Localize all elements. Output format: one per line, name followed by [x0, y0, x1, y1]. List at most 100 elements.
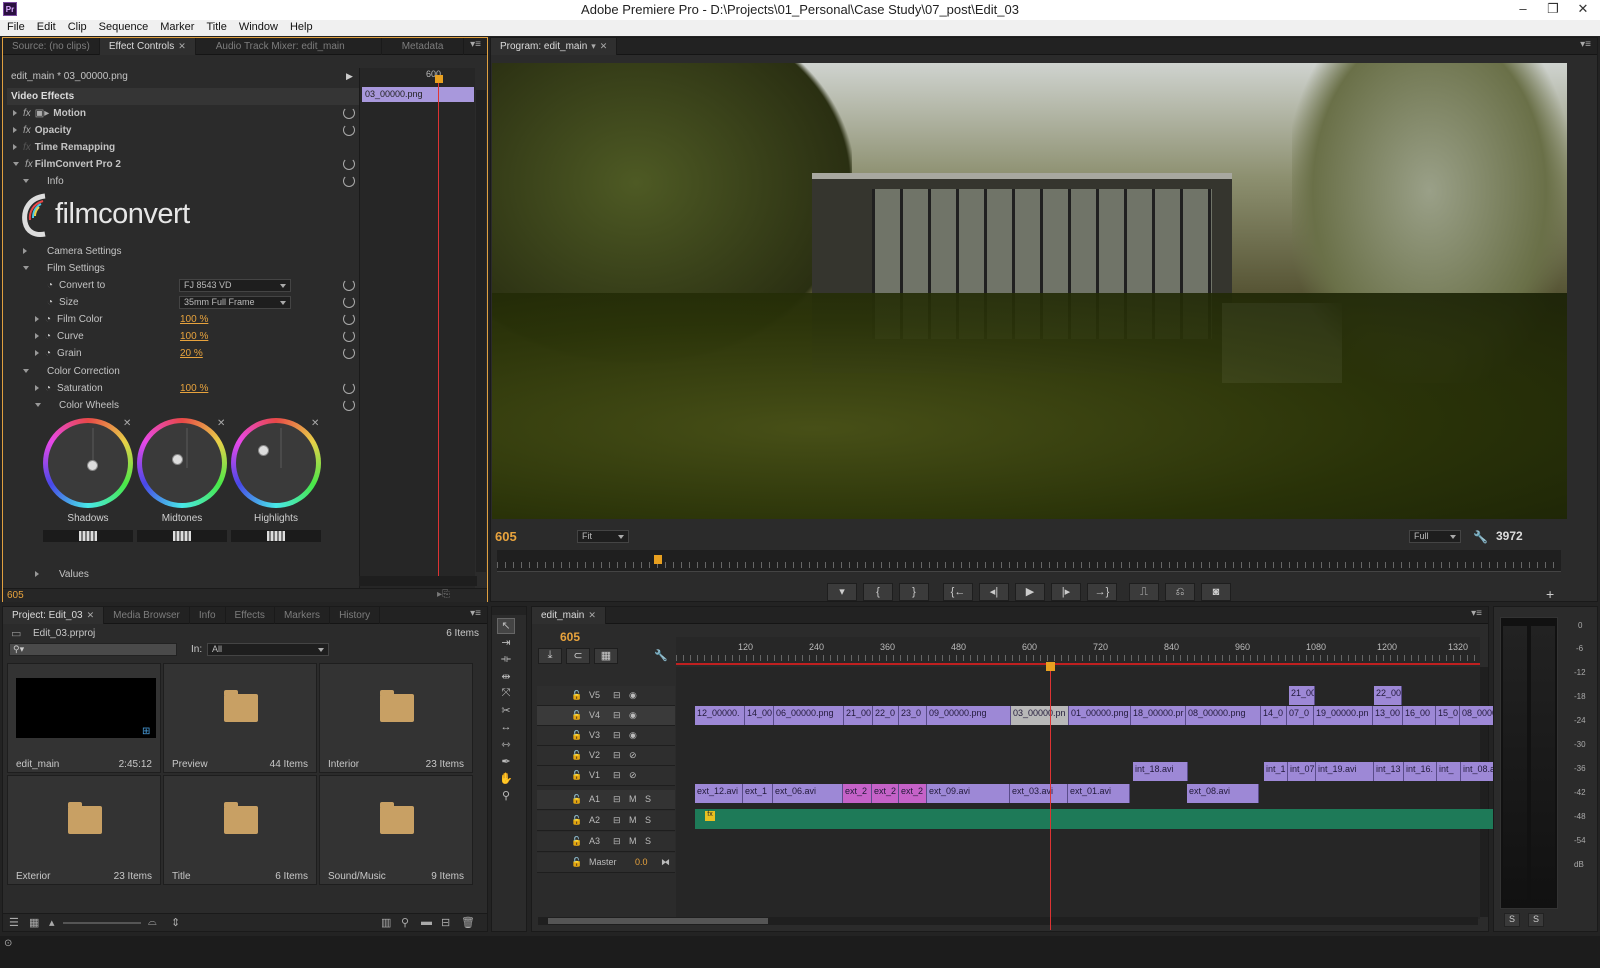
clip-v1[interactable]: ext_2 — [843, 784, 872, 803]
bin-interior[interactable]: Interior 23 Items — [319, 663, 473, 773]
clip-v1[interactable]: ext_1 — [743, 784, 773, 803]
midtones-wheel-puck[interactable] — [172, 454, 183, 465]
color-correction-group[interactable]: Color Correction — [23, 363, 120, 380]
clip-v4[interactable]: 21_00 — [844, 706, 873, 725]
lock-icon[interactable]: 🔓 — [571, 710, 582, 721]
rolling-edit-tool-icon[interactable]: ⇹ — [497, 670, 515, 686]
stopwatch-icon[interactable]: ◔ — [45, 314, 51, 325]
color-wheels-group[interactable]: Color Wheels — [35, 397, 119, 414]
clip-v4[interactable]: 19_00000.pn — [1314, 706, 1373, 725]
shadows-wheel-puck[interactable] — [87, 460, 98, 471]
clip-v4[interactable]: 14_00 — [745, 706, 774, 725]
delete-icon[interactable]: 🗑 — [461, 916, 475, 929]
video-frame[interactable] — [492, 63, 1567, 519]
shadows-color-wheel[interactable] — [43, 418, 133, 508]
reset-curve-icon[interactable] — [343, 330, 355, 342]
program-playhead[interactable] — [654, 555, 662, 564]
clip-v4[interactable]: 08_00000.png — [1186, 706, 1261, 725]
program-time-ruler[interactable] — [497, 550, 1561, 572]
menu-help[interactable]: Help — [283, 20, 318, 33]
program-dropdown-icon[interactable]: ▾ — [591, 41, 596, 51]
reset-grain-icon[interactable] — [343, 347, 355, 359]
track-header-master[interactable]: 🔓 Master 0.0 ⧓ — [537, 853, 675, 873]
track-header-v3[interactable]: 🔓 V3 ⊟ ◉ — [537, 726, 675, 746]
menu-file[interactable]: File — [0, 20, 30, 33]
reset-shadows-icon[interactable]: ✕ — [123, 418, 131, 429]
menu-edit[interactable]: Edit — [30, 20, 61, 33]
clip-v1[interactable]: ext_09.avi — [927, 784, 1010, 803]
clip-v4[interactable]: 09_00000.png — [927, 706, 1011, 725]
eye-hidden-icon[interactable]: ⊘ — [629, 770, 637, 781]
tab-source[interactable]: Source: (no clips) — [3, 38, 100, 55]
stopwatch-icon[interactable]: ◔ — [47, 297, 53, 308]
stopwatch-icon[interactable]: ◔ — [45, 331, 51, 342]
eye-hidden-icon[interactable]: ⊘ — [629, 750, 637, 761]
collapse-icon[interactable] — [13, 162, 19, 167]
close-tab-icon[interactable]: ✕ — [600, 41, 608, 51]
timeline-settings-icon[interactable]: 🔧 — [654, 649, 668, 662]
lock-icon[interactable]: 🔓 — [571, 770, 582, 781]
clip-v4[interactable]: 07_0 — [1287, 706, 1314, 725]
list-view-icon[interactable]: ☰ — [9, 916, 19, 929]
clip-v5[interactable]: 22_00 — [1374, 686, 1402, 705]
project-search-input[interactable]: ⚲▾ — [9, 643, 177, 656]
reset-color-wheels-icon[interactable] — [343, 399, 355, 411]
clip-v4[interactable]: 15_0 — [1436, 706, 1460, 725]
tab-edit-main[interactable]: edit_main ✕ — [532, 607, 606, 624]
master-value[interactable]: 0.0 — [635, 857, 648, 867]
sync-icon[interactable]: ⊟ — [613, 750, 621, 761]
tab-effects[interactable]: Effects — [226, 607, 275, 624]
film-settings-group[interactable]: Film Settings — [23, 260, 105, 277]
menu-marker[interactable]: Marker — [153, 20, 199, 33]
curve-value[interactable]: 100 % — [180, 328, 208, 345]
track-header-a1[interactable]: 🔓 A1 ⊟ M S — [537, 790, 675, 810]
eye-icon[interactable]: ◉ — [629, 710, 637, 721]
mark-in-button[interactable]: { — [863, 583, 893, 601]
clip-v2[interactable]: int_13 — [1374, 762, 1404, 781]
reset-motion-icon[interactable] — [343, 107, 355, 119]
zoom-in-icon[interactable]: ⌓ — [148, 916, 157, 929]
clip-v1[interactable]: ext_06.avi — [773, 784, 843, 803]
zoom-out-icon[interactable]: ▴ — [49, 916, 55, 929]
linked-selection-icon[interactable]: ⊂ — [566, 648, 590, 664]
clip-v1[interactable]: ext_12.avi — [695, 784, 743, 803]
eye-icon[interactable]: ◉ — [629, 730, 637, 741]
reset-midtones-icon[interactable]: ✕ — [217, 418, 225, 429]
clip-v2[interactable]: int_16. — [1404, 762, 1437, 781]
tab-history[interactable]: History — [330, 607, 381, 624]
expand-icon[interactable] — [13, 110, 17, 117]
quality-dropdown[interactable]: Full — [1409, 530, 1461, 543]
effect-scrollbar[interactable] — [476, 90, 486, 572]
lock-icon[interactable]: 🔓 — [571, 836, 582, 847]
tab-info[interactable]: Info — [190, 607, 226, 624]
new-bin-icon[interactable]: ▬ — [421, 916, 432, 928]
tab-project[interactable]: Project: Edit_03 ✕ — [3, 607, 105, 624]
panel-menu-icon[interactable]: ▾≡ — [470, 39, 481, 50]
mini-clip[interactable]: 03_00000.png — [362, 87, 474, 102]
play-button[interactable]: ▶ — [1015, 583, 1045, 601]
convert-to-dropdown[interactable]: FJ 8543 VD — [179, 279, 291, 292]
panel-menu-icon[interactable]: ▾≡ — [1471, 608, 1482, 619]
info-group[interactable]: Info — [23, 173, 64, 190]
menu-title[interactable]: Title — [199, 20, 231, 33]
collapse-icon[interactable] — [35, 403, 41, 408]
clip-v2[interactable]: int_07 — [1288, 762, 1316, 781]
clip-v4[interactable]: 22_0 — [873, 706, 899, 725]
clip-v4[interactable]: 14_0 — [1261, 706, 1287, 725]
mark-out-button[interactable]: } — [899, 583, 929, 601]
mini-playhead[interactable] — [438, 76, 439, 576]
lock-icon[interactable]: 🔓 — [571, 794, 582, 805]
effect-time-remapping[interactable]: fx Time Remapping — [13, 139, 115, 156]
lock-icon[interactable]: 🔓 — [571, 750, 582, 761]
sync-icon[interactable]: ⊟ — [613, 815, 621, 826]
stopwatch-icon[interactable]: ◔ — [45, 348, 51, 359]
sync-icon[interactable]: ⊟ — [613, 710, 621, 721]
track-select-tool-icon[interactable]: ⇥ — [497, 636, 515, 652]
lock-icon[interactable]: 🔓 — [571, 815, 582, 826]
sync-icon[interactable]: ⊟ — [613, 770, 621, 781]
clip-v1[interactable]: ext_08.avi — [1187, 784, 1259, 803]
track-header-a3[interactable]: 🔓 A3 ⊟ M S — [537, 832, 675, 852]
zoom-tool-icon[interactable]: ⚲ — [497, 789, 515, 805]
midtones-slider-handle[interactable] — [173, 531, 191, 541]
menu-sequence[interactable]: Sequence — [92, 20, 154, 33]
